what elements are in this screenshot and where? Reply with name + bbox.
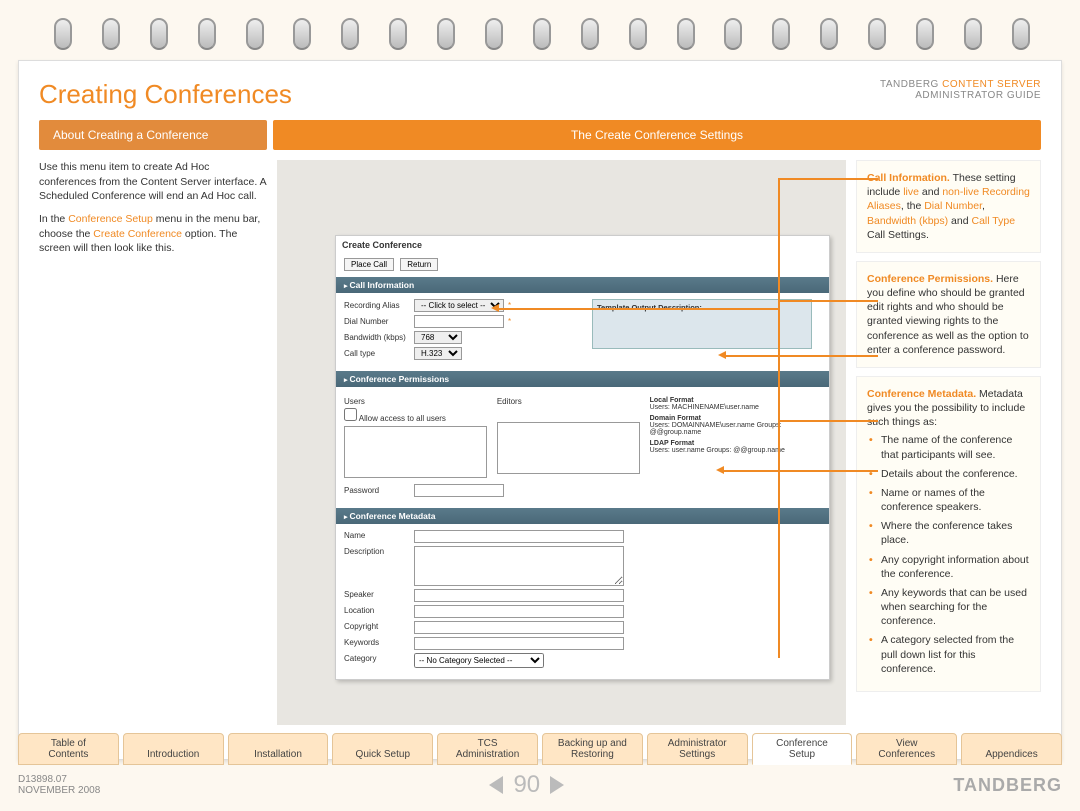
- right-column: Call Information. These setting include …: [856, 160, 1041, 725]
- editors-listbox[interactable]: [497, 422, 640, 474]
- label-editors: Editors: [497, 397, 640, 406]
- label-password: Password: [344, 486, 414, 495]
- meta-description-input[interactable]: [414, 546, 624, 586]
- tandberg-logo: TANDBERG: [953, 775, 1062, 796]
- meta-name-input[interactable]: [414, 530, 624, 543]
- create-conference-panel: Create Conference Place Call Return Call…: [335, 235, 830, 680]
- section-conference-metadata: Conference Metadata: [336, 508, 829, 524]
- meta-bullet: Details about the conference.: [881, 467, 1030, 481]
- label-domain-format: Domain Format: [650, 415, 701, 422]
- prev-page-arrow[interactable]: [489, 776, 503, 794]
- section-conference-permissions: Conference Permissions: [336, 371, 829, 387]
- tab-introduction[interactable]: Introduction: [123, 733, 224, 765]
- password-input[interactable]: [414, 484, 504, 497]
- calltype-select[interactable]: H.323: [414, 347, 462, 360]
- screenshot-area: Create Conference Place Call Return Call…: [277, 160, 846, 725]
- page-number: 90: [513, 771, 540, 799]
- tab-quick-setup[interactable]: Quick Setup: [332, 733, 433, 765]
- meta-copyright-input[interactable]: [414, 621, 624, 634]
- label-ldap-format: LDAP Format: [650, 440, 695, 447]
- label-bandwidth: Bandwidth (kbps): [344, 333, 414, 342]
- tab-admin-settings[interactable]: AdministratorSettings: [647, 733, 748, 765]
- allow-all-checkbox[interactable]: [344, 408, 357, 421]
- tab-tcs-administration[interactable]: TCSAdministration: [437, 733, 538, 765]
- tab-backing-up[interactable]: Backing up andRestoring: [542, 733, 643, 765]
- meta-speaker-input[interactable]: [414, 589, 624, 602]
- label-allow-all: Allow access to all users: [359, 414, 446, 423]
- spiral-binding: [18, 18, 1062, 60]
- page: Creating Conferences TANDBERG CONTENT SE…: [0, 0, 1080, 811]
- meta-category-select[interactable]: -- No Category Selected --: [414, 653, 544, 668]
- label-meta-speaker: Speaker: [344, 589, 414, 599]
- callout-conference-metadata: Conference Metadata. Metadata gives you …: [856, 376, 1041, 692]
- place-call-button[interactable]: Place Call: [344, 258, 394, 271]
- meta-keywords-input[interactable]: [414, 637, 624, 650]
- section-tab-settings: The Create Conference Settings: [273, 120, 1041, 150]
- label-meta-copyright: Copyright: [344, 621, 414, 631]
- header-meta: TANDBERG CONTENT SERVER ADMINISTRATOR GU…: [880, 79, 1041, 101]
- footer: D13898.07 NOVEMBER 2008 90 TANDBERG: [18, 771, 1062, 799]
- template-output-description: Template Output Description:: [592, 299, 812, 349]
- content-sheet: Creating Conferences TANDBERG CONTENT SE…: [18, 60, 1062, 760]
- next-page-arrow[interactable]: [550, 776, 564, 794]
- dial-number-input[interactable]: [414, 315, 504, 328]
- meta-bullet: Any copyright information about the conf…: [881, 553, 1030, 581]
- return-button[interactable]: Return: [400, 258, 438, 271]
- users-listbox[interactable]: [344, 426, 487, 478]
- label-local-format: Local Format: [650, 397, 694, 404]
- panel-title: Create Conference: [336, 236, 829, 254]
- how-to-paragraph: In the Conference Setup menu in the menu…: [39, 212, 267, 256]
- meta-bullet: Name or names of the conference speakers…: [881, 486, 1030, 514]
- tab-conference-setup[interactable]: ConferenceSetup: [752, 733, 853, 765]
- bandwidth-select[interactable]: 768: [414, 331, 462, 344]
- tab-table-of-contents[interactable]: Table ofContents: [18, 733, 119, 765]
- label-meta-location: Location: [344, 605, 414, 615]
- meta-bullet: Any keywords that can be used when searc…: [881, 586, 1030, 629]
- label-dial-number: Dial Number: [344, 317, 414, 326]
- recording-alias-select[interactable]: -- Click to select --: [414, 299, 504, 312]
- section-tab-about: About Creating a Conference: [39, 120, 267, 150]
- label-users: Users: [344, 397, 487, 406]
- intro-paragraph: Use this menu item to create Ad Hoc conf…: [39, 160, 267, 204]
- label-call-type: Call type: [344, 349, 414, 358]
- meta-location-input[interactable]: [414, 605, 624, 618]
- doc-number: D13898.07: [18, 774, 100, 785]
- meta-bullet: The name of the conference that particip…: [881, 433, 1030, 461]
- callout-conference-permissions: Conference Permissions. Here you define …: [856, 261, 1041, 368]
- callout-call-information: Call Information. These setting include …: [856, 160, 1041, 253]
- tab-view-conferences[interactable]: ViewConferences: [856, 733, 957, 765]
- label-meta-category: Category: [344, 653, 414, 663]
- nav-tabs: Table ofContents Introduction Installati…: [18, 733, 1062, 765]
- meta-bullet: A category selected from the pull down l…: [881, 633, 1030, 676]
- label-meta-description: Description: [344, 546, 414, 556]
- page-title: Creating Conferences: [39, 79, 292, 110]
- section-call-information: Call Information: [336, 277, 829, 293]
- label-meta-keywords: Keywords: [344, 637, 414, 647]
- label-meta-name: Name: [344, 530, 414, 540]
- left-column: Use this menu item to create Ad Hoc conf…: [39, 160, 267, 725]
- meta-bullet: Where the conference takes place.: [881, 519, 1030, 547]
- doc-date: NOVEMBER 2008: [18, 785, 100, 796]
- label-recording-alias: Recording Alias: [344, 301, 414, 310]
- tab-appendices[interactable]: Appendices: [961, 733, 1062, 765]
- tab-installation[interactable]: Installation: [228, 733, 329, 765]
